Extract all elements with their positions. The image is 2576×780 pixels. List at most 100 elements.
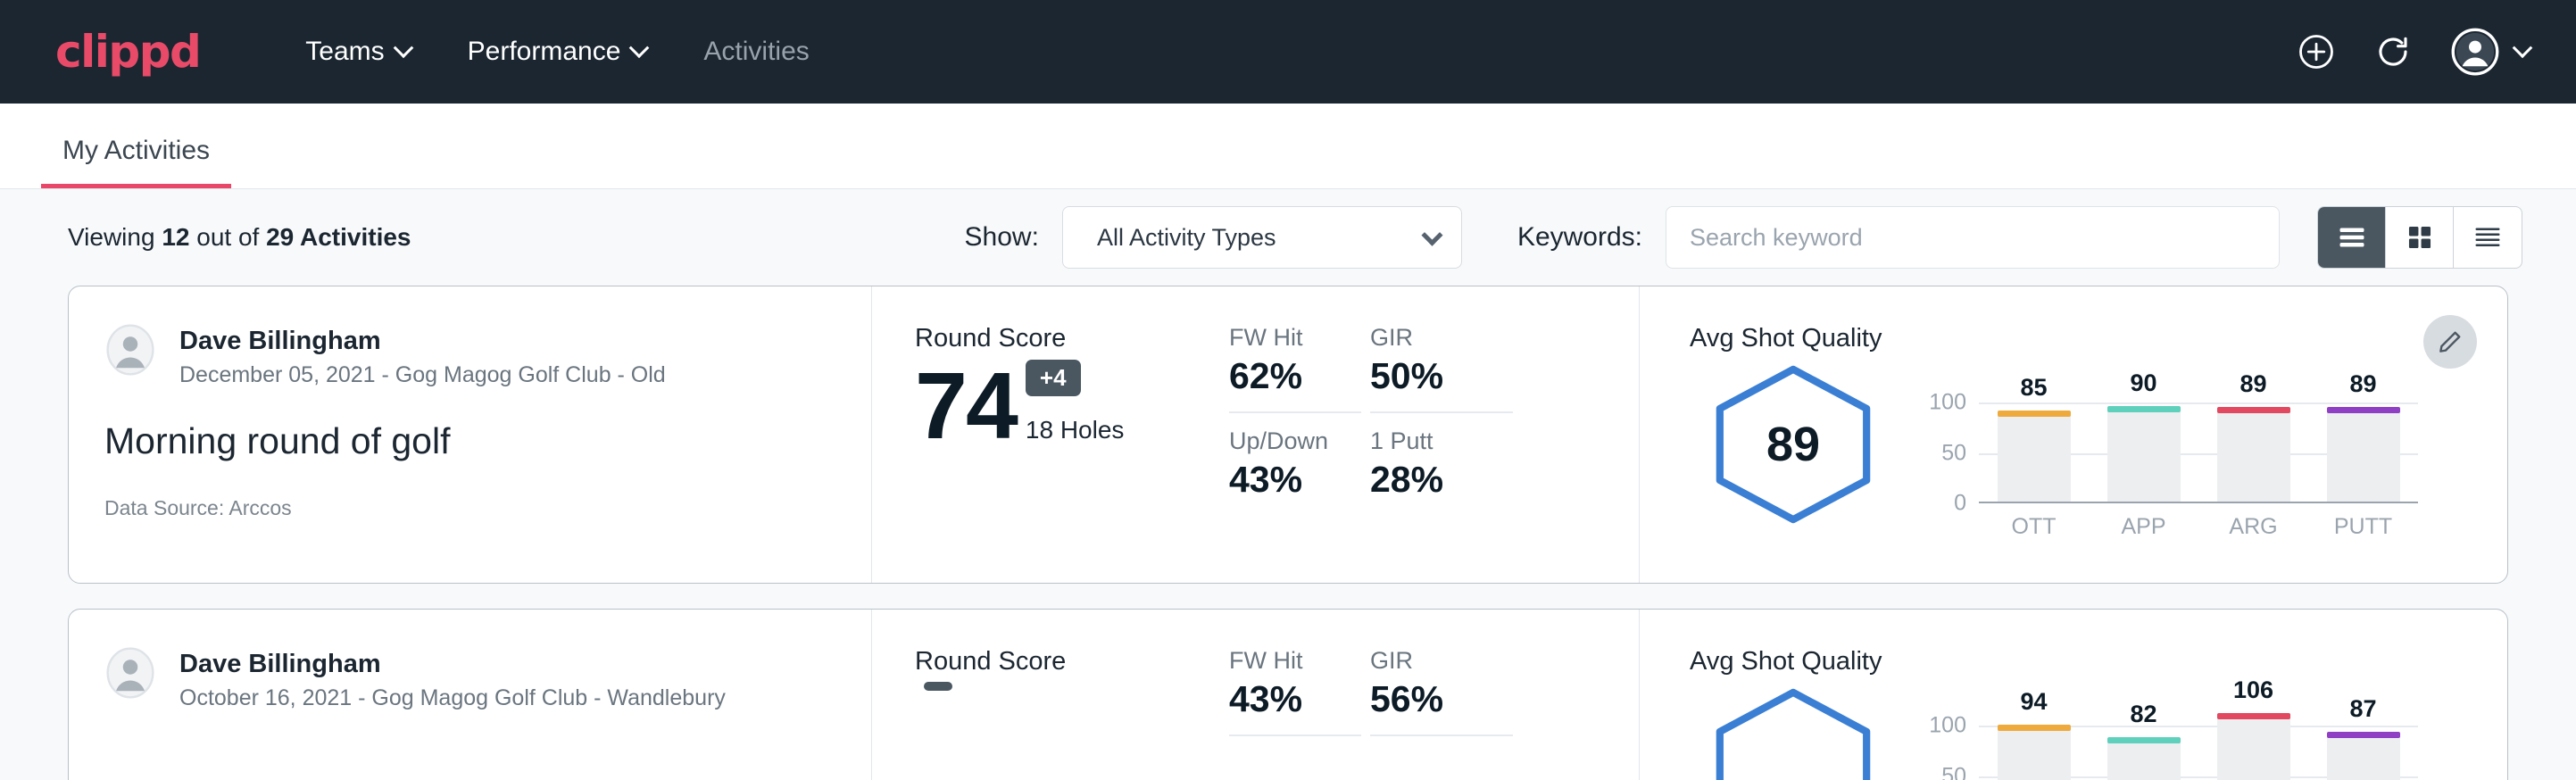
chart-bar (2327, 737, 2400, 780)
list-view-button[interactable] (2318, 207, 2386, 268)
top-navigation-bar: clippd Teams Performance Activities (0, 0, 2576, 104)
chart-x-tick-label: OTT (1998, 514, 2071, 540)
viewing-count: 12 (162, 223, 189, 251)
activity-summary: Dave Billingham December 05, 2021 - Gog … (69, 286, 872, 583)
chart-bar-column: 90 (2107, 393, 2181, 502)
chart-plot-area: 050100948210687 (1979, 716, 2418, 780)
chart-bar-value-label: 82 (2107, 701, 2181, 728)
list-view-icon (2336, 221, 2368, 253)
stats-grid: FW Hit 43% GIR 56% (1229, 610, 1640, 780)
activity-author-text: Dave Billingham December 05, 2021 - Gog … (179, 324, 666, 388)
shot-quality-bar-chart: 050100948210687OTTAPPARGPUTT (1924, 684, 2423, 780)
chart-bar (2217, 412, 2290, 502)
chart-y-tick-label: 50 (1941, 763, 1966, 780)
chart-x-tick-label: APP (2107, 514, 2181, 540)
view-mode-toggle-group (2317, 206, 2522, 269)
avg-shot-quality-section: Avg Shot Quality 89 05010085908989OTTAPP… (1640, 286, 2507, 583)
chart-bar-value-label: 87 (2327, 695, 2400, 723)
chart-y-tick-label: 50 (1941, 440, 1966, 466)
chart-bar-column: 89 (2327, 393, 2400, 502)
chart-bar-value-label: 85 (1998, 374, 2071, 402)
activity-list: Dave Billingham December 05, 2021 - Gog … (0, 286, 2576, 780)
activity-card[interactable]: Dave Billingham December 05, 2021 - Gog … (68, 286, 2508, 584)
chart-bar-column: 85 (1998, 393, 2071, 502)
stat-fw-hit-value: 62% (1229, 355, 1361, 413)
chart-bar-cap (2327, 407, 2400, 413)
chart-bar-cap (2107, 737, 2181, 743)
stat-up-down-label: Up/Down (1229, 427, 1361, 455)
stat-gir-value: 50% (1370, 355, 1513, 413)
chart-bar-cap (1998, 411, 2071, 417)
avatar (104, 647, 156, 699)
activity-card[interactable]: Dave Billingham October 16, 2021 - Gog M… (68, 609, 2508, 780)
clippd-logo[interactable]: clippd (55, 29, 200, 74)
compact-view-button[interactable] (2454, 207, 2522, 268)
plus-circle-icon[interactable] (2298, 33, 2335, 71)
viewing-count-text: Viewing 12 out of 29 Activities (68, 223, 411, 252)
stat-fw-hit: FW Hit 62% (1229, 324, 1361, 413)
chart-bar-column: 82 (2107, 716, 2181, 780)
avg-shot-quality-hexagon: 89 (1706, 364, 1881, 525)
tab-my-activities[interactable]: My Activities (41, 136, 231, 188)
filter-toolbar: Viewing 12 out of 29 Activities Show: Al… (0, 189, 2576, 286)
stat-up-down-value: 43% (1229, 459, 1361, 515)
stat-gir: GIR 56% (1370, 647, 1513, 736)
nav-item-teams-label: Teams (305, 37, 384, 67)
chart-bar-value-label: 94 (1998, 688, 2071, 716)
round-score-label: Round Score (915, 324, 1229, 353)
chart-y-tick-label: 100 (1929, 713, 1966, 739)
chart-bar-column: 89 (2217, 393, 2290, 502)
refresh-icon[interactable] (2374, 33, 2412, 71)
stat-gir: GIR 50% (1370, 324, 1513, 413)
chart-bar (2327, 412, 2400, 502)
stat-one-putt-label: 1 Putt (1370, 427, 1513, 455)
grid-view-button[interactable] (2386, 207, 2454, 268)
score-differential-badge: +4 (1026, 360, 1081, 396)
chart-plot-area: 05010085908989 (1979, 393, 2418, 503)
hexagon-icon (1706, 687, 1881, 780)
viewing-total: 29 Activities (266, 223, 411, 251)
viewing-prefix: Viewing (68, 223, 162, 251)
chart-bar-cap (1998, 725, 2071, 731)
keywords-label: Keywords: (1517, 222, 1642, 253)
round-score-value: 74 (915, 359, 1017, 453)
activity-meta: December 05, 2021 - Gog Magog Golf Club … (179, 362, 666, 388)
nav-right-actions (2298, 28, 2530, 76)
stat-fw-hit: FW Hit 43% (1229, 647, 1361, 736)
chart-bar (2107, 743, 2181, 780)
tab-strip: My Activities (0, 104, 2576, 189)
chart-bar-cap (2217, 713, 2290, 719)
account-avatar-icon (2451, 28, 2499, 76)
stat-fw-hit-value: 43% (1229, 678, 1361, 736)
stat-one-putt: 1 Putt 28% (1370, 413, 1513, 515)
score-differential-badge (924, 682, 952, 691)
pencil-icon (2437, 328, 2464, 355)
stats-grid: FW Hit 62% GIR 50% Up/Down 43% 1 Putt 28… (1229, 286, 1640, 583)
chart-bar-value-label: 89 (2217, 370, 2290, 398)
avg-shot-quality-hexagon (1706, 687, 1881, 780)
avg-shot-quality-body: 050100948210687OTTAPPARGPUTT (1690, 684, 2507, 780)
stat-one-putt-value: 28% (1370, 459, 1513, 515)
main-nav-links: Teams Performance Activities (277, 28, 837, 76)
stat-gir-value: 56% (1370, 678, 1513, 736)
chevron-down-icon (393, 37, 413, 58)
stat-gir-label: GIR (1370, 324, 1513, 352)
round-score-row: 74 +4 18 Holes (915, 359, 1229, 453)
show-label: Show: (965, 222, 1039, 253)
edit-activity-button[interactable] (2423, 315, 2477, 369)
chart-bar-column: 87 (2327, 716, 2400, 780)
activity-author-name: Dave Billingham (179, 649, 726, 679)
round-score-side (924, 682, 952, 719)
nav-item-activities[interactable]: Activities (675, 28, 837, 76)
round-score-row (915, 682, 1229, 719)
search-input[interactable] (1666, 206, 2280, 269)
activity-type-select[interactable]: All Activity Types (1062, 206, 1462, 269)
holes-played-label: 18 Holes (1026, 416, 1125, 444)
nav-item-teams[interactable]: Teams (277, 28, 438, 76)
chart-x-labels: OTTAPPARGPUTT (1979, 514, 2418, 540)
nav-item-activities-label: Activities (703, 37, 809, 67)
account-menu[interactable] (2451, 28, 2530, 76)
nav-item-performance[interactable]: Performance (439, 28, 676, 76)
avg-shot-quality-section: Avg Shot Quality 050100948210687OTTAPPAR… (1640, 610, 2507, 780)
chart-bar (1998, 730, 2071, 780)
